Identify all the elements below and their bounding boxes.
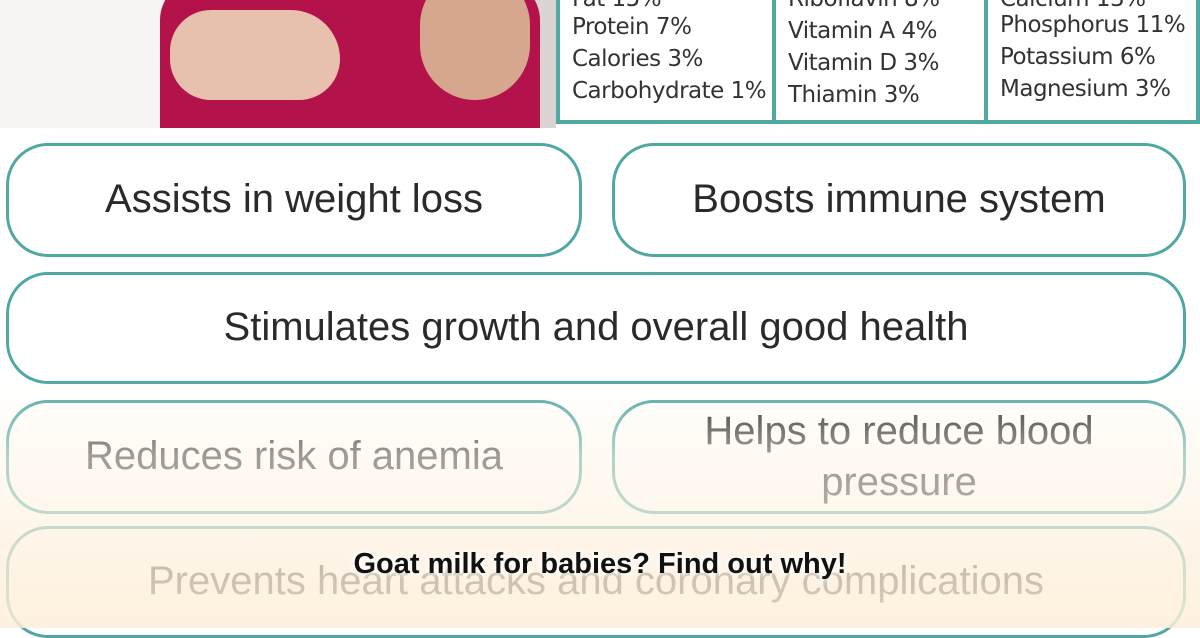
nutrient-carbohydrate: Carbohydrate 1% (572, 78, 767, 104)
nutrient-calories: Calories 3% (572, 46, 703, 72)
nutrient-riboflavin: Riboflavin 8% (788, 0, 940, 12)
benefit-immune-system: Boosts immune system (612, 143, 1186, 257)
benefit-weight-loss: Assists in weight loss (6, 143, 582, 257)
caption: Goat milk for babies? Find out why! (353, 548, 847, 580)
benefit-heart-attacks: Prevents heart attacks and coronary comp… (6, 526, 1186, 638)
benefit-label: Boosts immune system (692, 177, 1106, 222)
nutrient-fat: Fat 15% (572, 0, 662, 12)
benefit-label: Helps to reduce blood pressure (704, 408, 1094, 504)
benefit-anemia: Reduces risk of anemia (6, 400, 582, 514)
nutrient-vitamin-a: Vitamin A 4% (788, 18, 937, 44)
benefit-label: Stimulates growth and overall good healt… (223, 305, 969, 350)
nutrient-phosphorus: Phosphorus 11% (1000, 12, 1186, 38)
nutrient-potassium: Potassium 6% (1000, 44, 1156, 70)
benefit-label: Reduces risk of anemia (85, 434, 503, 479)
nutrition-column-3: Calcium 13% Phosphorus 11% Potassium 6% … (984, 0, 1200, 124)
nutrition-column-2: Riboflavin 8% Vitamin A 4% Vitamin D 3% … (772, 0, 988, 124)
nutrient-thiamin: Thiamin 3% (788, 82, 920, 108)
nutrient-vitamin-d: Vitamin D 3% (788, 50, 939, 76)
nutrient-protein: Protein 7% (572, 14, 692, 40)
nutrition-column-1: Fat 15% Protein 7% Calories 3% Carbohydr… (556, 0, 776, 124)
mother-baby-photo (0, 0, 556, 128)
benefit-blood-pressure: Helps to reduce blood pressure (612, 400, 1186, 514)
benefit-label: Assists in weight loss (105, 177, 483, 222)
benefit-growth-health: Stimulates growth and overall good healt… (6, 272, 1186, 384)
nutrient-calcium: Calcium 13% (1000, 0, 1146, 12)
nutrient-magnesium: Magnesium 3% (1000, 76, 1171, 102)
arm (170, 10, 340, 100)
